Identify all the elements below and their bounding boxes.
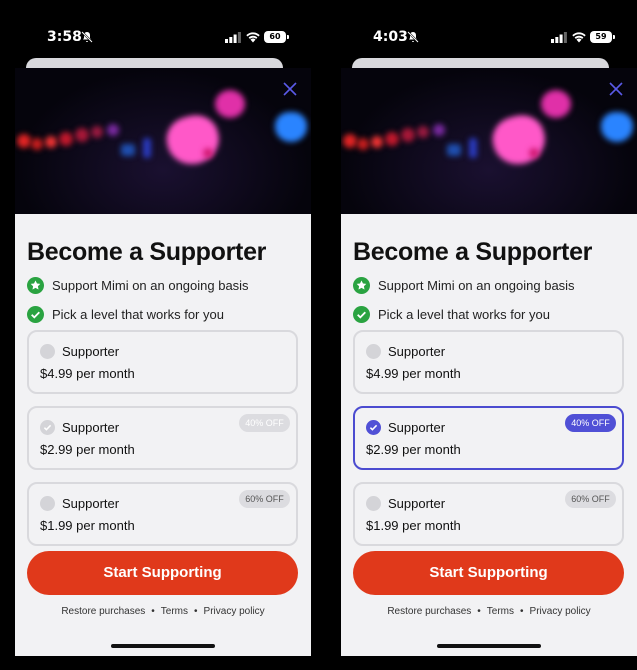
radio-icon[interactable] bbox=[40, 420, 55, 435]
page-title: Become a Supporter bbox=[27, 238, 267, 266]
restore-purchases-link[interactable]: Restore purchases bbox=[61, 606, 145, 617]
privacy-policy-link[interactable]: Privacy policy bbox=[530, 606, 591, 617]
battery-icon: 59 bbox=[590, 31, 615, 43]
battery-icon: 60 bbox=[264, 31, 289, 43]
battery-level: 59 bbox=[595, 32, 607, 41]
restore-purchases-link[interactable]: Restore purchases bbox=[387, 606, 471, 617]
close-icon[interactable] bbox=[283, 82, 297, 96]
home-indicator[interactable] bbox=[111, 644, 215, 648]
wifi-icon bbox=[572, 32, 586, 43]
start-supporting-button[interactable]: Start Supporting bbox=[27, 551, 298, 595]
bullet-text: Support Mimi on an ongoing basis bbox=[52, 277, 249, 293]
plan-option-3[interactable]: Supporter $1.99 per month 60% OFF bbox=[353, 482, 624, 546]
discount-badge: 60% OFF bbox=[239, 490, 290, 508]
check-circle-icon bbox=[353, 305, 370, 323]
plan-price: $1.99 per month bbox=[40, 518, 135, 533]
screen-after: 4:03 59 Become a Supporter Support Mimi … bbox=[326, 0, 637, 670]
paywall-sheet: Become a Supporter Support Mimi on an on… bbox=[15, 214, 311, 656]
discount-badge: 60% OFF bbox=[565, 490, 616, 508]
page-title: Become a Supporter bbox=[353, 238, 593, 266]
radio-icon[interactable] bbox=[40, 344, 55, 359]
radio-checked-icon[interactable] bbox=[366, 420, 381, 435]
star-circle-icon bbox=[353, 276, 370, 294]
battery-level: 60 bbox=[269, 32, 281, 41]
plan-option-2-selected[interactable]: Supporter $2.99 per month 40% OFF bbox=[353, 406, 624, 470]
plan-option-1[interactable]: Supporter $4.99 per month bbox=[353, 330, 624, 394]
plan-name: Supporter bbox=[62, 344, 120, 359]
plan-price: $1.99 per month bbox=[366, 518, 461, 533]
bullet-item: Pick a level that works for you bbox=[27, 305, 224, 323]
bullet-item: Support Mimi on an ongoing basis bbox=[27, 276, 249, 294]
plan-price: $2.99 per month bbox=[366, 442, 461, 457]
status-bar: 3:58 60 bbox=[0, 28, 311, 48]
discount-badge: 40% OFF bbox=[239, 414, 290, 432]
plan-option-2[interactable]: Supporter $2.99 per month 40% OFF bbox=[27, 406, 298, 470]
radio-icon[interactable] bbox=[40, 496, 55, 511]
check-circle-icon bbox=[27, 305, 44, 323]
privacy-policy-link[interactable]: Privacy policy bbox=[204, 606, 265, 617]
discount-badge: 40% OFF bbox=[565, 414, 616, 432]
screen-before: 3:58 60 Become a Supporter Support Mimi … bbox=[0, 0, 311, 670]
hero-image bbox=[341, 68, 637, 214]
plan-price: $4.99 per month bbox=[366, 366, 461, 381]
star-circle-icon bbox=[27, 276, 44, 294]
bell-slash-icon bbox=[407, 31, 419, 43]
home-indicator[interactable] bbox=[437, 644, 541, 648]
terms-link[interactable]: Terms bbox=[487, 606, 514, 617]
plan-option-1[interactable]: Supporter $4.99 per month bbox=[27, 330, 298, 394]
signal-icon bbox=[551, 32, 567, 43]
bullet-text: Support Mimi on an ongoing basis bbox=[378, 277, 575, 293]
bell-slash-icon bbox=[81, 31, 93, 43]
close-icon[interactable] bbox=[609, 82, 623, 96]
paywall-sheet: Become a Supporter Support Mimi on an on… bbox=[341, 214, 637, 656]
radio-icon[interactable] bbox=[366, 344, 381, 359]
plan-name: Supporter bbox=[388, 344, 446, 359]
bullet-item: Pick a level that works for you bbox=[353, 305, 550, 323]
wifi-icon bbox=[246, 32, 260, 43]
bullet-text: Pick a level that works for you bbox=[378, 306, 550, 322]
status-time: 3:58 bbox=[47, 29, 82, 45]
plan-price: $4.99 per month bbox=[40, 366, 135, 381]
signal-icon bbox=[225, 32, 241, 43]
plan-name: Supporter bbox=[388, 420, 446, 435]
terms-link[interactable]: Terms bbox=[161, 606, 188, 617]
start-supporting-button[interactable]: Start Supporting bbox=[353, 551, 624, 595]
plan-name: Supporter bbox=[388, 496, 446, 511]
hero-image bbox=[15, 68, 311, 214]
bullet-item: Support Mimi on an ongoing basis bbox=[353, 276, 575, 294]
plan-option-3[interactable]: Supporter $1.99 per month 60% OFF bbox=[27, 482, 298, 546]
footer-links: Restore purchases • Terms • Privacy policy bbox=[61, 606, 265, 617]
radio-icon[interactable] bbox=[366, 496, 381, 511]
plan-name: Supporter bbox=[62, 420, 120, 435]
footer-links: Restore purchases • Terms • Privacy policy bbox=[387, 606, 591, 617]
status-bar: 4:03 59 bbox=[326, 28, 637, 48]
plan-name: Supporter bbox=[62, 496, 120, 511]
bullet-text: Pick a level that works for you bbox=[52, 306, 224, 322]
status-time: 4:03 bbox=[373, 29, 408, 45]
plan-price: $2.99 per month bbox=[40, 442, 135, 457]
